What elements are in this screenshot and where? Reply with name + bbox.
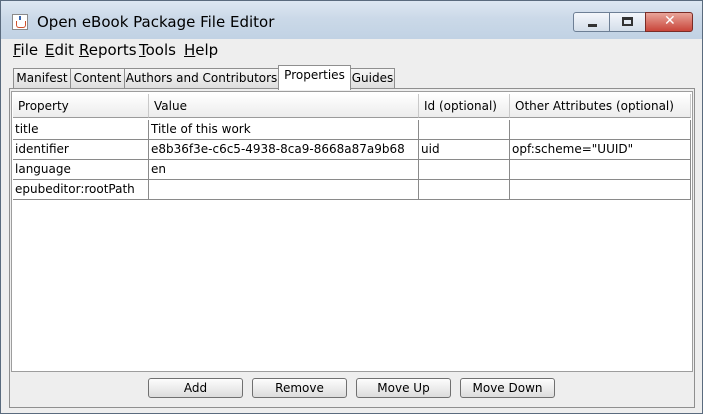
title-bar[interactable]: Open eBook Package File Editor ✕	[1, 1, 702, 39]
maximize-icon	[622, 17, 633, 26]
column-header-property[interactable]: Property	[13, 94, 149, 118]
window-title: Open eBook Package File Editor	[37, 13, 275, 31]
table-cell[interactable]	[419, 160, 510, 180]
close-icon: ✕	[664, 13, 676, 29]
menu-tools[interactable]: Tools	[139, 41, 176, 59]
add-button[interactable]: Add	[148, 378, 243, 398]
menu-file[interactable]: File	[13, 41, 38, 59]
tab-strip: Manifest Content Authors and Contributor…	[9, 65, 695, 90]
menu-edit[interactable]: Edit	[45, 41, 74, 59]
table-cell[interactable]: opf:scheme="UUID"	[510, 140, 691, 160]
column-header-other-attributes[interactable]: Other Attributes (optional)	[510, 94, 691, 118]
column-header-id[interactable]: Id (optional)	[419, 94, 510, 118]
menu-reports[interactable]: Reports	[79, 41, 137, 59]
tab-content[interactable]: Content	[70, 68, 125, 88]
close-button[interactable]: ✕	[645, 12, 693, 32]
java-app-icon	[12, 14, 28, 30]
table-cell[interactable]: Title of this work	[149, 120, 419, 140]
table-cell[interactable]: language	[13, 160, 149, 180]
menu-bar: File Edit Reports Tools Help	[9, 39, 694, 61]
table-cell[interactable]	[419, 120, 510, 140]
table-cell[interactable]: title	[13, 120, 149, 140]
maximize-button[interactable]	[609, 12, 646, 32]
table-cell[interactable]: e8b36f3e-c6c5-4938-8ca9-8668a87a9b68	[149, 140, 419, 160]
properties-table[interactable]: Property Value Id (optional) Other Attri…	[11, 91, 693, 372]
table-cell[interactable]: epubeditor:rootPath	[13, 180, 149, 200]
table-cell[interactable]	[149, 180, 419, 200]
table-header: Property Value Id (optional) Other Attri…	[13, 94, 693, 118]
table-cell[interactable]	[510, 120, 691, 140]
table-row[interactable]: epubeditor:rootPath	[13, 180, 693, 200]
move-up-button[interactable]: Move Up	[356, 378, 451, 398]
tab-properties[interactable]: Properties	[278, 65, 351, 90]
table-row[interactable]: title Title of this work	[13, 120, 693, 140]
table-cell[interactable]: identifier	[13, 140, 149, 160]
table-cell[interactable]: uid	[419, 140, 510, 160]
table-row[interactable]: identifier e8b36f3e-c6c5-4938-8ca9-8668a…	[13, 140, 693, 160]
minimize-button[interactable]	[573, 12, 610, 32]
app-window: Open eBook Package File Editor ✕ File Ed…	[0, 0, 703, 414]
minimize-icon	[588, 24, 597, 27]
move-down-button[interactable]: Move Down	[460, 378, 555, 398]
column-header-value[interactable]: Value	[149, 94, 419, 118]
tab-authors-and-contributors[interactable]: Authors and Contributors	[124, 68, 279, 88]
table-cell[interactable]	[510, 180, 691, 200]
table-cell[interactable]	[510, 160, 691, 180]
tab-manifest[interactable]: Manifest	[13, 68, 71, 88]
tab-guides[interactable]: Guides	[350, 68, 395, 88]
remove-button[interactable]: Remove	[252, 378, 347, 398]
menu-help[interactable]: Help	[184, 41, 218, 59]
table-row[interactable]: language en	[13, 160, 693, 180]
table-cell[interactable]: en	[149, 160, 419, 180]
table-cell[interactable]	[419, 180, 510, 200]
